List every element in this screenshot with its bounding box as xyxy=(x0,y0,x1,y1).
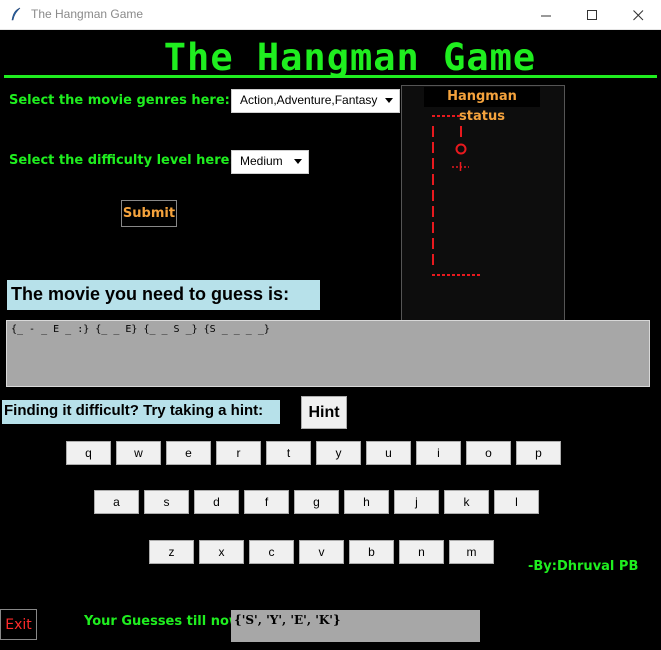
key-j[interactable]: j xyxy=(394,490,439,514)
feather-icon xyxy=(11,7,21,21)
key-e[interactable]: e xyxy=(166,441,211,465)
key-r[interactable]: r xyxy=(216,441,261,465)
app-body: The Hangman Game Select the movie genres… xyxy=(0,31,661,650)
key-k[interactable]: k xyxy=(444,490,489,514)
chevron-down-icon xyxy=(294,159,302,164)
difficulty-value: Medium xyxy=(240,154,283,168)
key-w[interactable]: w xyxy=(116,441,161,465)
guesses-box: {'S', 'Y', 'E', 'K'} xyxy=(231,610,480,642)
submit-button[interactable]: Submit xyxy=(121,200,177,227)
page-title: The Hangman Game xyxy=(163,36,537,79)
close-button[interactable] xyxy=(615,0,661,30)
title-divider xyxy=(4,75,657,78)
key-p[interactable]: p xyxy=(516,441,561,465)
author-credit: -By:Dhruval PB xyxy=(528,559,639,574)
hangman-drawing xyxy=(432,115,481,276)
masked-title: {_ - _ E _ :} {_ _ E} {_ _ S _} {S _ _ _… xyxy=(11,324,270,335)
hangman-head xyxy=(455,143,467,155)
key-y[interactable]: y xyxy=(316,441,361,465)
minimize-button[interactable] xyxy=(523,0,569,30)
guesses-label: Your Guesses till now: xyxy=(84,614,247,629)
masked-title-box: {_ - _ E _ :} {_ _ E} {_ _ S _} {S _ _ _… xyxy=(6,320,650,387)
maximize-icon xyxy=(586,9,597,20)
genre-dropdown[interactable]: Action,Adventure,Fantasy xyxy=(231,89,400,113)
chevron-down-icon xyxy=(385,98,393,103)
key-d[interactable]: d xyxy=(194,490,239,514)
difficulty-dropdown[interactable]: Medium xyxy=(231,150,309,174)
close-icon xyxy=(632,9,643,20)
window-title: The Hangman Game xyxy=(31,7,144,21)
key-z[interactable]: z xyxy=(149,540,194,564)
key-i[interactable]: i xyxy=(416,441,461,465)
key-o[interactable]: o xyxy=(466,441,511,465)
key-x[interactable]: x xyxy=(199,540,244,564)
key-l[interactable]: l xyxy=(494,490,539,514)
key-n[interactable]: n xyxy=(399,540,444,564)
hint-label: Finding it difficult? Try taking a hint: xyxy=(2,400,280,424)
key-h[interactable]: h xyxy=(344,490,389,514)
key-c[interactable]: c xyxy=(249,540,294,564)
key-b[interactable]: b xyxy=(349,540,394,564)
key-s[interactable]: s xyxy=(144,490,189,514)
key-g[interactable]: g xyxy=(294,490,339,514)
hint-button[interactable]: Hint xyxy=(301,396,347,429)
window-titlebar: The Hangman Game xyxy=(0,0,661,30)
minimize-icon xyxy=(540,15,551,16)
maximize-button[interactable] xyxy=(569,0,615,30)
exit-button[interactable]: Exit xyxy=(0,609,37,640)
genre-label: Select the movie genres here: xyxy=(9,93,230,108)
difficulty-label: Select the difficulty level here: xyxy=(9,153,235,168)
guesses-value: {'S', 'Y', 'E', 'K'} xyxy=(234,613,341,627)
key-a[interactable]: a xyxy=(94,490,139,514)
key-m[interactable]: m xyxy=(449,540,494,564)
key-u[interactable]: u xyxy=(366,441,411,465)
key-v[interactable]: v xyxy=(299,540,344,564)
puzzle-label: The movie you need to guess is: xyxy=(7,280,320,310)
key-t[interactable]: t xyxy=(266,441,311,465)
key-q[interactable]: q xyxy=(66,441,111,465)
key-f[interactable]: f xyxy=(244,490,289,514)
genre-value: Action,Adventure,Fantasy xyxy=(240,93,378,107)
